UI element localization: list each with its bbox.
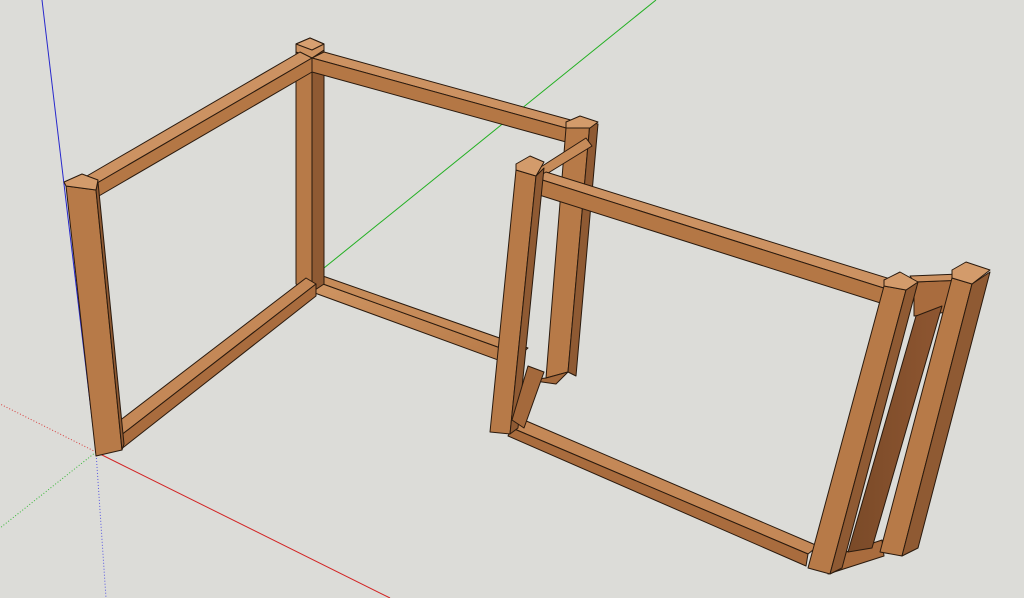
left-frame-back-post-side <box>311 49 325 293</box>
left-frame-top-right-rail-front[interactable] <box>311 57 567 143</box>
left-frame-top-right-rail-top[interactable] <box>311 51 579 129</box>
left-frame-bottom-left-rail-front[interactable] <box>119 283 317 451</box>
right-frame-top-rail-front[interactable] <box>535 177 891 307</box>
right-frame-top-rail-top[interactable] <box>535 171 901 291</box>
left-frame-top-left-rail-top[interactable] <box>79 51 313 187</box>
left-frame-bottom-left-rail-top[interactable] <box>109 277 317 437</box>
scene-canvas[interactable] <box>0 0 1024 598</box>
model-viewport[interactable] <box>0 0 1024 598</box>
blue-axis-negative <box>95 451 107 598</box>
right-frame-bottom-rail-front[interactable] <box>507 427 809 567</box>
green-axis-negative <box>0 451 97 529</box>
left-frame-back-bottom-rail[interactable] <box>311 279 521 369</box>
left-frame-front-post-front[interactable] <box>65 185 123 457</box>
left-frame-back-bottom-rail-top <box>311 274 529 356</box>
left-frame-right-post-cap <box>565 115 599 129</box>
left-frame-top-left-rail-front[interactable] <box>91 57 313 201</box>
left-frame-back-post-front[interactable] <box>295 51 313 293</box>
right-frame-bottom-rail-top[interactable] <box>511 419 819 555</box>
red-axis <box>95 451 391 598</box>
red-axis-negative <box>0 403 97 453</box>
